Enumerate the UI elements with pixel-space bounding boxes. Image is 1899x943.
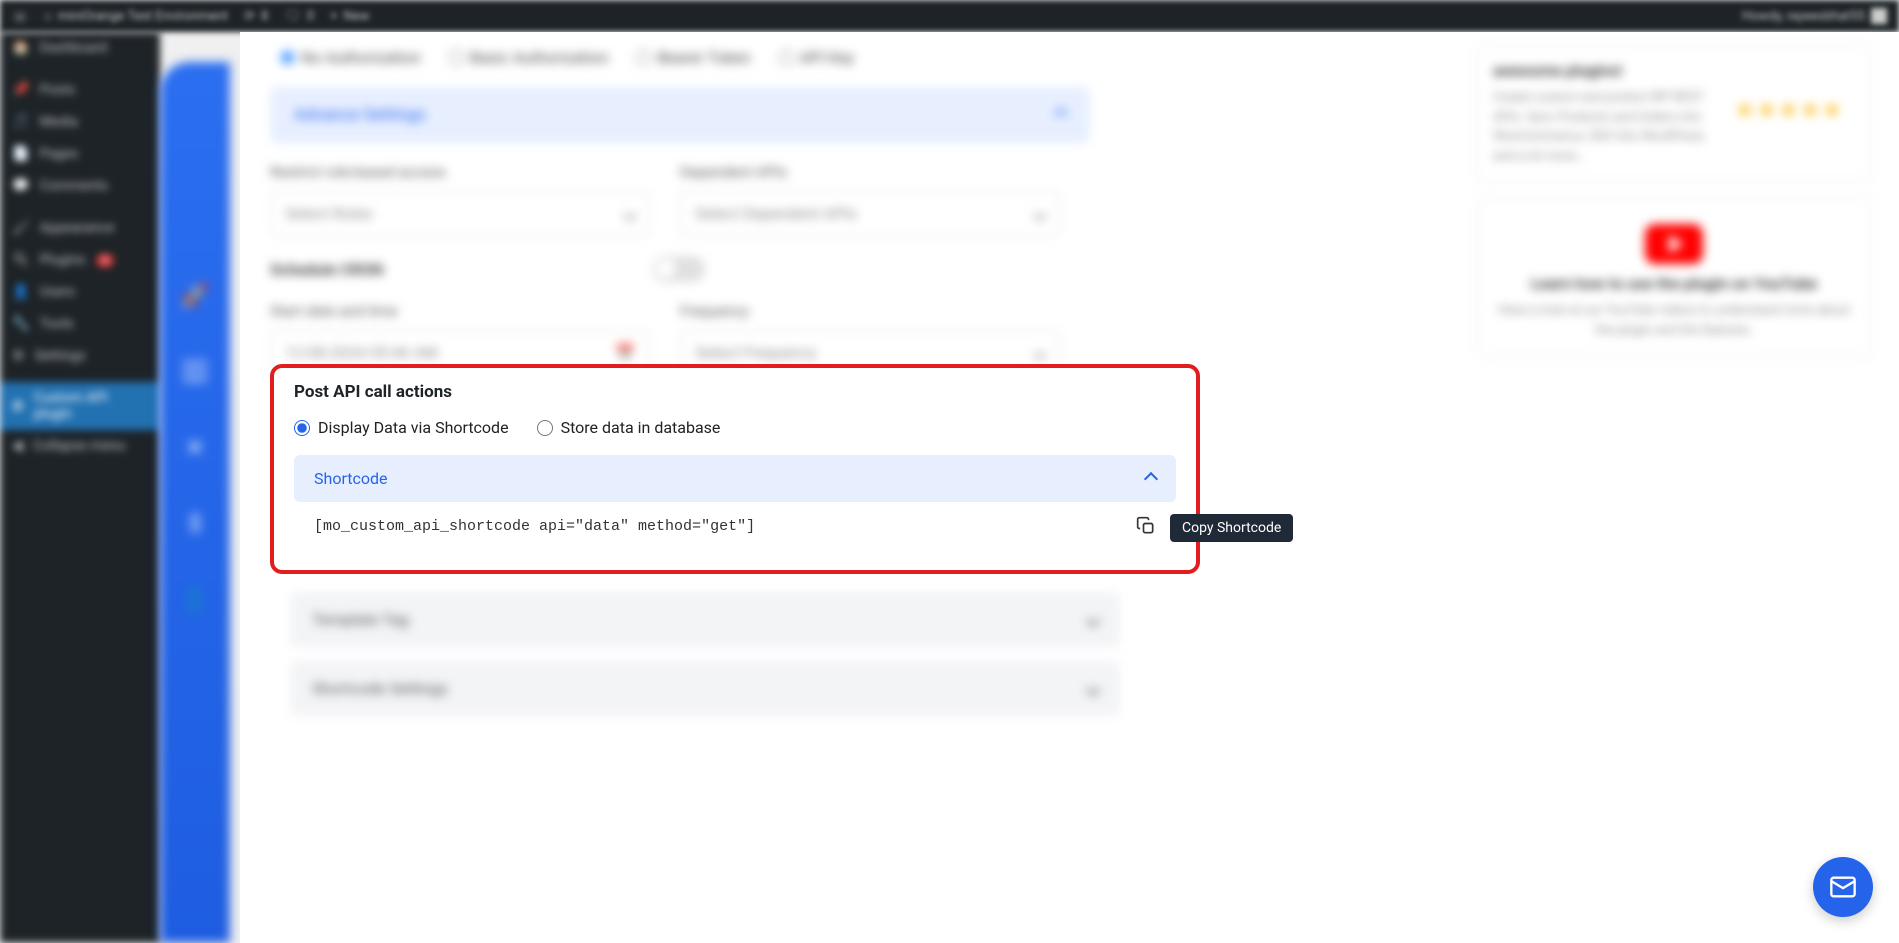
sidebar-item-pages[interactable]: 📄 Pages: [0, 138, 160, 170]
comments-link[interactable]: 🗨 0: [284, 9, 314, 24]
opt-display-shortcode[interactable]: Display Data via Shortcode: [294, 418, 509, 437]
sidebar-item-posts[interactable]: 📌 Posts: [0, 74, 160, 106]
shortcode-value: [mo_custom_api_shortcode api="data" meth…: [314, 518, 755, 535]
auth-bearer[interactable]: Bearer Token: [636, 48, 750, 67]
restrict-select[interactable]: Select Roles: [270, 191, 650, 236]
post-api-heading: Post API call actions: [294, 382, 1176, 402]
yt-text: Have a look at our YouTube videos to und…: [1493, 301, 1855, 340]
sidebar-item-media[interactable]: 🎵 Media: [0, 106, 160, 138]
restrict-label: Restrict role-based access: [270, 163, 650, 181]
sidebar-item-users[interactable]: 👤 Users: [0, 276, 160, 308]
shortcode-card-header[interactable]: Shortcode: [294, 455, 1176, 502]
copy-icon[interactable]: [1136, 516, 1156, 536]
dollar-icon[interactable]: $: [181, 510, 209, 538]
post-api-actions-box: Post API call actions Display Data via S…: [270, 364, 1200, 574]
database-icon[interactable]: 🗄: [181, 358, 209, 386]
advance-settings-header[interactable]: Advance Settings: [270, 87, 1090, 143]
new-link[interactable]: + New: [330, 9, 369, 24]
date-label: Start date and time: [270, 302, 650, 320]
copy-tooltip: Copy Shortcode: [1170, 514, 1293, 542]
rocket-icon[interactable]: 🚀: [181, 282, 209, 310]
stars-icon: ★★★★★: [1735, 98, 1855, 123]
auth-apikey[interactable]: API Key: [779, 48, 855, 67]
sidebar-item-appearance[interactable]: 🖌 Appearance: [0, 212, 160, 244]
main-content: No Authorization Basic Authorization Bea…: [240, 32, 1899, 943]
sidebar-item-comments[interactable]: 💬 Comments: [0, 170, 160, 202]
sidebar-item-custom-api[interactable]: ⊞ Custom API plugin: [0, 382, 160, 430]
dependent-select[interactable]: Select Dependent APIs: [680, 191, 1060, 236]
shortcode-settings-card[interactable]: Shortcode Settings: [290, 661, 1120, 716]
sidebar-item-collapse[interactable]: ◀ Collapse menu: [0, 430, 160, 462]
calendar-icon: 📅: [615, 343, 635, 362]
chevron-up-icon: [1054, 108, 1068, 122]
howdy-user[interactable]: Howdy, rayeesbhat55: [1742, 8, 1887, 24]
auth-no-auth[interactable]: No Authorization: [280, 48, 421, 67]
sidebar-item-plugins[interactable]: 🔌 Plugins 5: [0, 244, 160, 276]
wp-logo-icon[interactable]: ⓦ: [12, 8, 28, 24]
envelope-icon: [1829, 873, 1857, 901]
chevron-up-icon: [1144, 471, 1158, 485]
sidebar-item-settings[interactable]: ⚙ Settings: [0, 340, 160, 372]
opt-store-db[interactable]: Store data in database: [537, 418, 721, 437]
cron-label: Schedule CRON: [270, 260, 383, 279]
plugin-vertical-nav: 🚀 🗄 ✕ $ 👤: [160, 62, 230, 943]
right-panel: awesome plugins! Create custom and prote…: [1464, 32, 1884, 383]
dependent-label: Dependent APIs: [680, 163, 1060, 181]
updates-link[interactable]: ⟳ 8: [244, 9, 268, 24]
site-name[interactable]: ⌂miniOrange Test Environment: [44, 8, 228, 24]
youtube-icon[interactable]: [1645, 224, 1703, 264]
wp-admin-bar: ⓦ ⌂miniOrange Test Environment ⟳ 8 🗨 0 +…: [0, 0, 1899, 32]
sidebar-item-dashboard[interactable]: 🏠 Dashboard: [0, 32, 160, 64]
cron-toggle[interactable]: [653, 256, 705, 282]
freq-label: Frequency: [680, 302, 1060, 320]
awesome-text: Create custom and protect WP REST APIs. …: [1493, 88, 1725, 166]
yt-title: Learn how to use the plugin on YouTube: [1493, 274, 1855, 293]
sidebar-item-tools[interactable]: 🔧 Tools: [0, 308, 160, 340]
awesome-title: awesome plugins!: [1493, 61, 1855, 80]
cross-icon[interactable]: ✕: [181, 434, 209, 462]
user-icon[interactable]: 👤: [181, 586, 209, 614]
template-tag-card[interactable]: Template Tag: [290, 592, 1120, 647]
chat-bubble[interactable]: [1813, 857, 1873, 917]
auth-basic[interactable]: Basic Authorization: [449, 48, 609, 67]
wp-admin-sidebar: 🏠 Dashboard 📌 Posts 🎵 Media 📄 Pages 💬 Co…: [0, 32, 160, 943]
